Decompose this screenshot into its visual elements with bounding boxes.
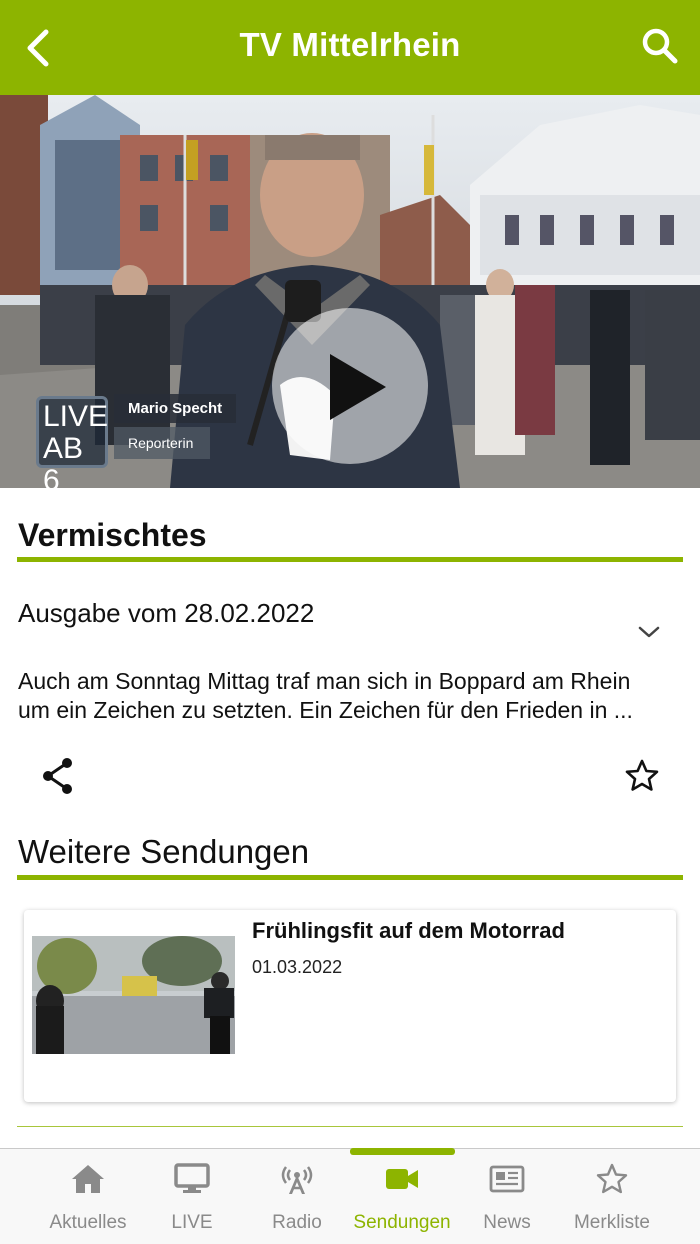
live-logo-line2: AB 6 (43, 432, 84, 489)
list-divider (17, 1126, 683, 1127)
reporter-role: Reporterin (114, 427, 210, 459)
tab-label: Sendungen (353, 1212, 451, 1233)
more-shows-divider (17, 875, 683, 880)
tab-label: LIVE (171, 1212, 213, 1233)
star-icon[interactable] (624, 758, 660, 794)
live-logo-line1: LIVE (43, 400, 109, 433)
tab-bar: Aktuelles LIVE Radio Sendungen News Merk… (0, 1148, 700, 1244)
app-title: TV Mittelrhein (239, 26, 461, 63)
section-title: Vermischtes (18, 517, 207, 553)
app-header: TV Mittelrhein (0, 0, 700, 95)
tab-label: Aktuelles (49, 1212, 127, 1233)
active-tab-indicator (350, 1148, 455, 1155)
tab-label: News (483, 1212, 531, 1233)
video-camera-icon (386, 1169, 418, 1189)
lower-third: Mario Specht Reporterin (114, 394, 237, 459)
description-line-2: um ein Zeichen zu setzten. Ein Zeichen f… (18, 697, 633, 723)
more-shows-title: Weitere Sendungen (18, 833, 310, 870)
show-card[interactable]: Frühlingsfit auf dem Motorrad 01.03.2022 (24, 910, 676, 1102)
antenna-icon (281, 1166, 313, 1194)
tab-radio[interactable]: Radio (247, 1149, 347, 1244)
tab-sendungen[interactable]: Sendungen (352, 1149, 452, 1244)
tab-label: Radio (272, 1212, 322, 1233)
play-icon (330, 354, 386, 420)
star-icon (596, 1163, 628, 1194)
play-button[interactable] (272, 308, 428, 464)
reporter-name: Mario Specht (114, 394, 237, 423)
show-thumbnail (32, 936, 235, 1054)
search-icon[interactable] (640, 26, 680, 66)
show-date: 01.03.2022 (252, 957, 343, 977)
episode-description: Auch am Sonntag Mittag traf man sich in … (18, 667, 686, 725)
video-player[interactable]: LIVE AB 6 Mario Specht Reporterin (0, 95, 700, 488)
issue-date: Ausgabe vom 28.02.2022 (18, 598, 315, 628)
live-logo: LIVE AB 6 (36, 396, 109, 488)
show-title: Frühlingsfit auf dem Motorrad (252, 918, 565, 943)
tab-label: Merkliste (573, 1212, 650, 1233)
section-divider (17, 557, 683, 562)
chevron-down-icon[interactable] (636, 622, 662, 642)
tab-news[interactable]: News (457, 1149, 557, 1244)
newspaper-icon (489, 1165, 525, 1193)
monitor-icon (174, 1163, 210, 1193)
share-icon[interactable] (40, 756, 76, 796)
tab-live[interactable]: LIVE (142, 1149, 242, 1244)
tab-aktuelles[interactable]: Aktuelles (38, 1149, 138, 1244)
tab-merkliste[interactable]: Merkliste (562, 1149, 662, 1244)
home-icon (72, 1165, 104, 1193)
description-line-1: Auch am Sonntag Mittag traf man sich in … (18, 668, 631, 694)
